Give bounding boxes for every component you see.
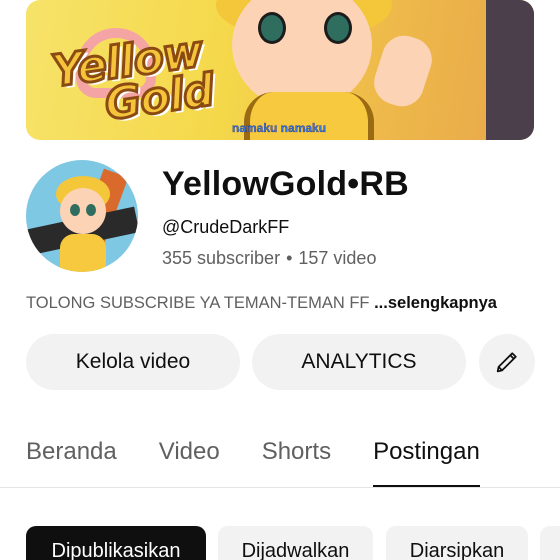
chip-published[interactable]: Dipublikasikan bbox=[26, 526, 206, 560]
edit-channel-button[interactable] bbox=[479, 334, 535, 390]
manage-videos-label: Kelola video bbox=[75, 350, 191, 373]
tabs-divider bbox=[0, 487, 560, 488]
channel-avatar[interactable] bbox=[26, 160, 138, 272]
avatar-character-face bbox=[60, 188, 106, 234]
avatar-character-eye bbox=[86, 204, 96, 216]
banner-character-hand bbox=[368, 29, 438, 113]
banner-edge bbox=[486, 0, 534, 140]
stats-separator: • bbox=[286, 248, 293, 268]
channel-handle: @CrudeDarkFF bbox=[162, 217, 290, 237]
subscriber-count: 355 subscriber bbox=[162, 248, 281, 268]
banner-character-eye bbox=[258, 12, 286, 44]
tab-beranda[interactable]: Beranda bbox=[26, 436, 117, 488]
tab-postingan[interactable]: Postingan bbox=[373, 436, 480, 488]
channel-stats: 355 subscriber • 157 video bbox=[162, 248, 376, 269]
chip-archived[interactable]: Diarsipkan bbox=[386, 526, 528, 560]
avatar-character-shirt bbox=[60, 234, 106, 272]
chip-scheduled[interactable]: Dijadwalkan bbox=[218, 526, 373, 560]
banner-logo: Yellow Gold bbox=[47, 24, 268, 132]
read-more-link[interactable]: ...selengkapnya bbox=[370, 294, 497, 312]
pencil-icon bbox=[496, 352, 517, 373]
video-count: 157 video bbox=[298, 248, 377, 268]
analytics-label: ANALYTICS bbox=[301, 350, 417, 373]
manage-videos-button[interactable]: Kelola video bbox=[26, 334, 240, 390]
tab-shorts[interactable]: Shorts bbox=[262, 436, 331, 488]
channel-banner: Yellow Gold namaku namaku bbox=[26, 0, 534, 140]
description-text: TOLONG SUBSCRIBE YA TEMAN-TEMAN FF bbox=[26, 294, 370, 312]
banner-caption: namaku namaku bbox=[232, 121, 327, 135]
chip-published-label: Dipublikasikan bbox=[51, 540, 181, 560]
chip-partial[interactable] bbox=[540, 526, 560, 560]
chip-archived-label: Diarsipkan bbox=[409, 540, 505, 560]
banner-character-eye bbox=[324, 12, 352, 44]
tab-video[interactable]: Video bbox=[159, 436, 220, 488]
channel-name: YellowGold•RB bbox=[162, 165, 409, 203]
avatar-character-eye bbox=[70, 204, 80, 216]
channel-description[interactable]: TOLONG SUBSCRIBE YA TEMAN-TEMAN FF ...se… bbox=[26, 294, 497, 313]
analytics-button[interactable]: ANALYTICS bbox=[252, 334, 466, 390]
chip-scheduled-label: Dijadwalkan bbox=[241, 540, 350, 560]
channel-tabs: Beranda Video Shorts Postingan bbox=[26, 436, 480, 488]
